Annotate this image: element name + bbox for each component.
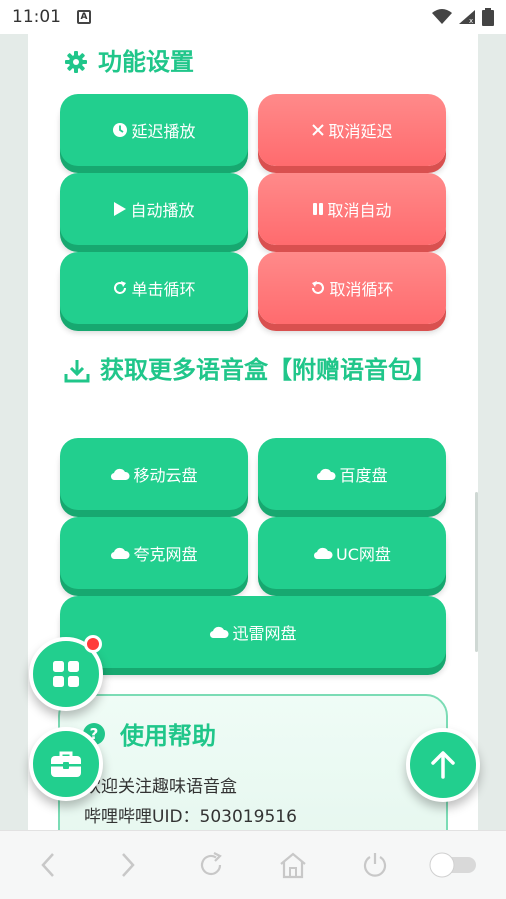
toolbox-fab-button[interactable] — [29, 727, 103, 801]
pause-icon — [312, 202, 324, 216]
help-line-uid: 哔哩哔哩UID：503019516 — [84, 807, 297, 827]
download-icon — [64, 360, 90, 383]
signal-icon: x — [459, 10, 475, 25]
chevron-left-icon — [41, 853, 54, 877]
wifi-icon — [432, 9, 452, 24]
forward-button[interactable] — [112, 849, 144, 881]
status-icons: x — [432, 8, 494, 26]
help-line-follow: 欢迎关注趣味语音盒 — [84, 777, 237, 797]
back-button[interactable] — [32, 849, 64, 881]
power-icon — [363, 853, 387, 877]
auto-play-button[interactable]: 自动播放 — [60, 173, 248, 245]
scrollbar[interactable] — [475, 492, 478, 652]
single-loop-button[interactable]: 单击循环 — [60, 252, 248, 324]
battery-icon — [482, 8, 494, 26]
cancel-loop-button[interactable]: 取消循环 — [258, 252, 446, 324]
section-title-function: 功能设置 — [64, 44, 194, 80]
gear-icon — [65, 51, 87, 73]
status-time: 11:01 — [12, 7, 61, 27]
close-icon — [311, 123, 325, 137]
section-title-text: 功能设置 — [98, 48, 194, 76]
refresh-button[interactable] — [195, 849, 227, 881]
redo-icon — [112, 280, 128, 296]
section-title-text: 获取更多语音盒【附赠语音包】 — [100, 356, 436, 384]
undo-icon — [310, 280, 326, 296]
home-button[interactable] — [277, 849, 309, 881]
play-icon — [113, 201, 127, 217]
arrow-up-icon — [431, 751, 455, 779]
cloud-icon — [313, 546, 333, 560]
toolbox-icon — [51, 751, 81, 777]
help-card: ? 使用帮助 欢迎关注趣味语音盒 哔哩哔哩UID：503019516 — [58, 694, 448, 830]
cloud-icon — [110, 467, 131, 481]
cancel-auto-button[interactable]: 取消自动 — [258, 173, 446, 245]
chevron-right-icon — [122, 853, 135, 877]
xunlei-pan-button[interactable]: 迅雷网盘 — [60, 596, 446, 668]
uc-pan-button[interactable]: UC网盘 — [258, 517, 446, 589]
scroll-to-top-button[interactable] — [406, 728, 480, 802]
mobile-cloud-button[interactable]: 移动云盘 — [60, 438, 248, 510]
clock-icon — [112, 122, 128, 138]
cloud-icon — [316, 467, 337, 481]
browser-nav-bar — [0, 830, 506, 899]
page-content[interactable]: 功能设置 延迟播放 取消延迟 自动播放 取消自动 单击循环 取消循环 获取更多语… — [28, 34, 478, 830]
dark-mode-toggle[interactable] — [428, 849, 478, 881]
quark-pan-button[interactable]: 夸克网盘 — [60, 517, 248, 589]
cloud-icon — [110, 546, 131, 560]
power-button[interactable] — [359, 849, 391, 881]
section-title-download: 获取更多语音盒【附赠语音包】 — [64, 352, 444, 388]
grid-icon — [53, 661, 79, 687]
help-title: 使用帮助 — [120, 722, 216, 750]
notification-icon: A — [77, 10, 91, 24]
status-bar: 11:01 A x — [0, 0, 506, 34]
cancel-delay-button[interactable]: 取消延迟 — [258, 94, 446, 166]
baidu-pan-button[interactable]: 百度盘 — [258, 438, 446, 510]
toggle-icon — [429, 852, 476, 878]
svg-text:x: x — [469, 17, 473, 25]
delay-play-button[interactable]: 延迟播放 — [60, 94, 248, 166]
refresh-icon — [200, 852, 222, 876]
notification-badge — [84, 635, 102, 653]
home-icon — [280, 852, 306, 879]
cloud-icon — [209, 625, 230, 639]
